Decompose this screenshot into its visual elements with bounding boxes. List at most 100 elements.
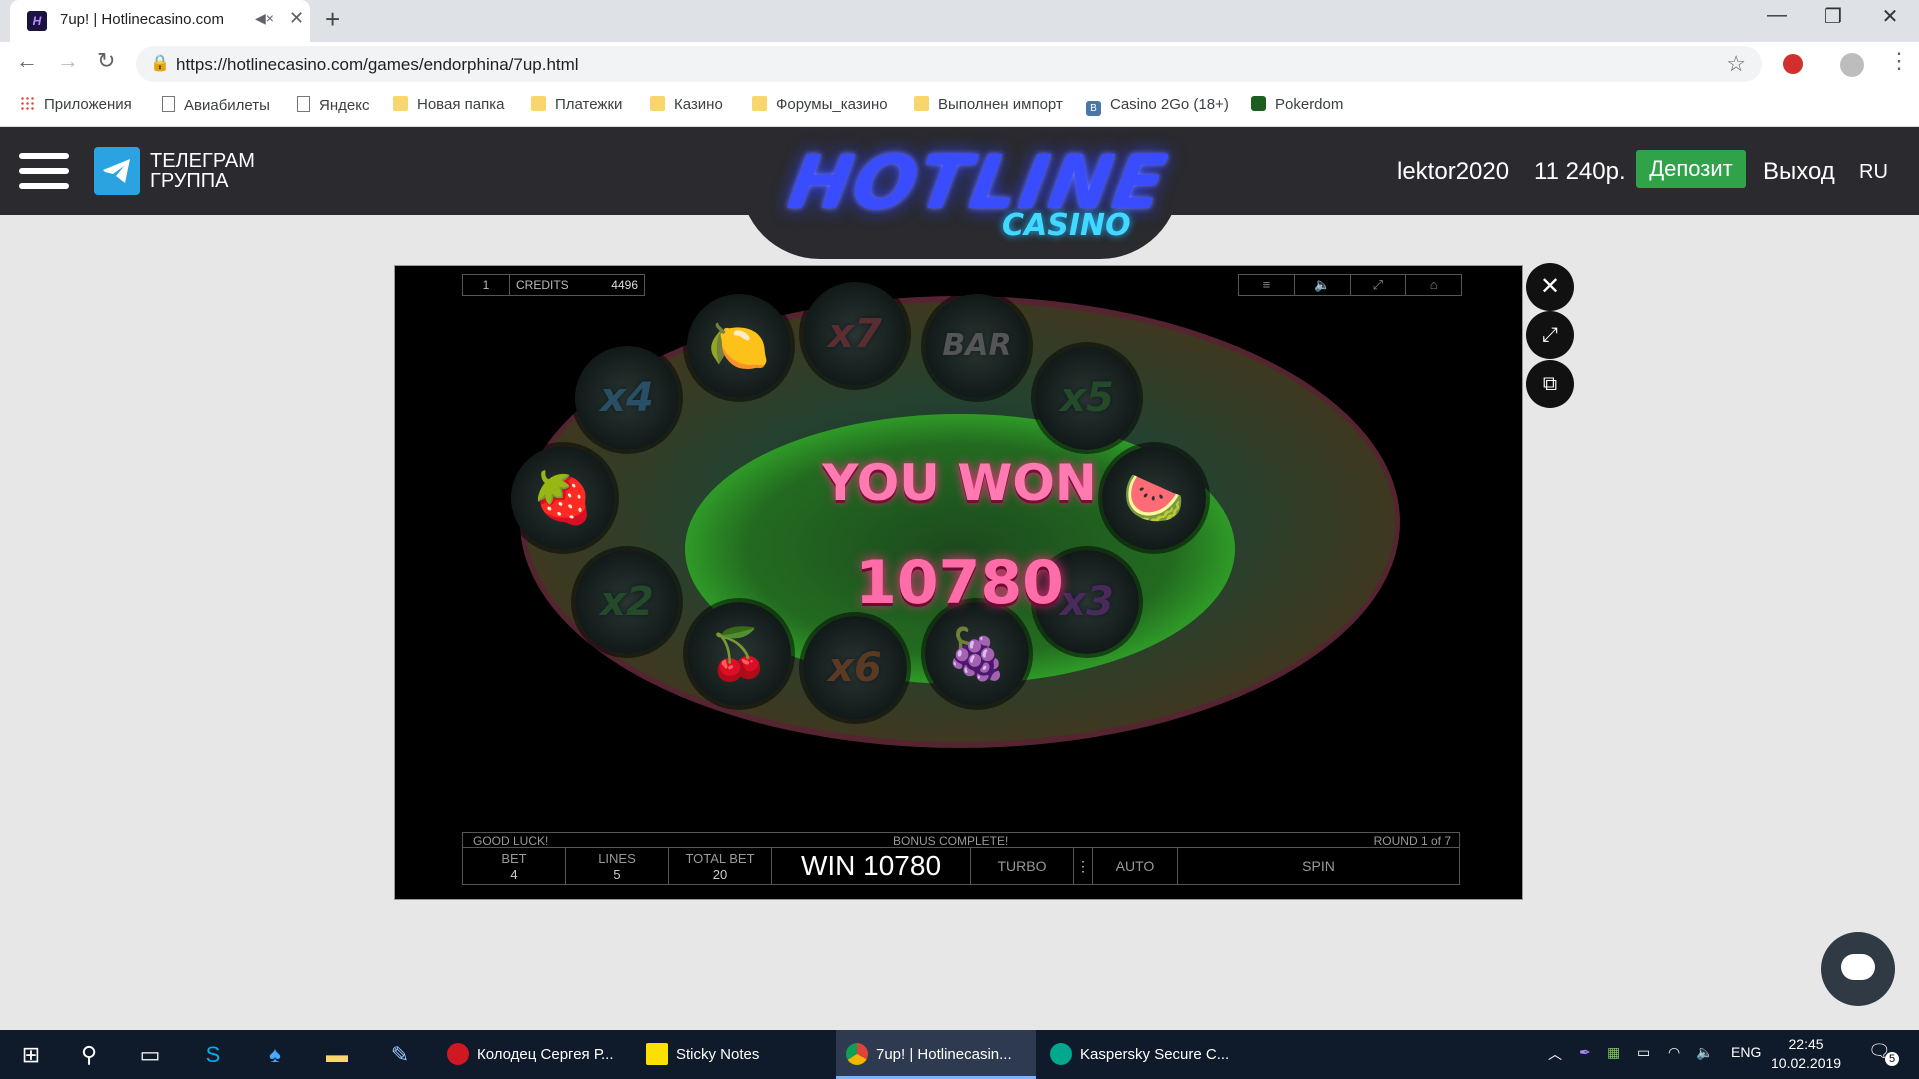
game-menu-icon[interactable]: ≡ bbox=[1239, 275, 1295, 295]
message-right: ROUND 1 of 7 bbox=[1373, 834, 1451, 848]
you-won-text: YOU WON bbox=[822, 454, 1097, 512]
home-icon[interactable]: ⌂ bbox=[1406, 275, 1461, 295]
close-game-icon[interactable]: ✕ bbox=[1529, 266, 1571, 308]
reload-icon[interactable]: ↻ bbox=[97, 48, 115, 74]
lock-icon: 🔒 bbox=[150, 55, 170, 72]
tab-mute-icon[interactable]: ◀× bbox=[255, 10, 274, 27]
taskbar-app-sticky-notes[interactable]: Sticky Notes bbox=[636, 1030, 826, 1079]
folder-icon bbox=[531, 96, 546, 111]
windows-start-icon[interactable]: ⊞ bbox=[16, 1042, 46, 1068]
notifications-count: 5 bbox=[1885, 1052, 1899, 1066]
kaspersky-icon bbox=[1050, 1043, 1072, 1065]
symbol-x5: x5 bbox=[1035, 346, 1139, 450]
username[interactable]: lektor2020 bbox=[1397, 158, 1509, 186]
credits-label: CREDITS bbox=[516, 278, 569, 292]
window-close-icon[interactable]: ✕ bbox=[1862, 4, 1918, 29]
popout-icon[interactable]: ⧉ bbox=[1529, 363, 1571, 405]
browser-menu-icon[interactable]: ⋮ bbox=[1888, 48, 1910, 74]
opera-icon bbox=[447, 1043, 469, 1065]
file-explorer-icon[interactable]: ▬ bbox=[322, 1042, 352, 1068]
more-options-icon[interactable]: ⋮ bbox=[1074, 848, 1093, 884]
balance: 11 240р. bbox=[1534, 158, 1626, 185]
browser-toolbar: ← → ↻ 🔒 https://hotlinecasino.com/games/… bbox=[0, 42, 1919, 88]
profile-avatar-icon[interactable] bbox=[1840, 53, 1864, 77]
bookmark-casino[interactable]: Казино bbox=[650, 96, 723, 113]
chrome-icon bbox=[846, 1043, 868, 1065]
folder-icon bbox=[914, 96, 929, 111]
volume-icon[interactable]: 🔈 bbox=[1696, 1044, 1713, 1061]
message-left: GOOD LUCK! bbox=[473, 834, 549, 848]
credits-value: 4496 bbox=[611, 278, 638, 292]
new-tab-button[interactable]: + bbox=[325, 4, 340, 35]
url-text[interactable]: https://hotlinecasino.com/games/endorphi… bbox=[176, 55, 579, 75]
skype-icon[interactable]: S bbox=[198, 1042, 228, 1068]
bookmark-apps[interactable]: Приложения bbox=[20, 96, 132, 113]
control-row: BET 4 LINES 5 TOTAL BET 20 WIN 10780 TURBO … bbox=[462, 847, 1460, 885]
taskbar-app-chrome[interactable]: 7up! | Hotlinecasin... bbox=[836, 1030, 1036, 1079]
message-row: GOOD LUCK! BONUS COMPLETE! ROUND 1 of 7 bbox=[462, 832, 1460, 848]
input-language[interactable]: ENG bbox=[1731, 1044, 1761, 1060]
auto-button[interactable]: AUTO bbox=[1093, 848, 1178, 884]
bookmark-forums[interactable]: Форумы_казино bbox=[752, 96, 888, 113]
hamburger-menu-icon[interactable] bbox=[19, 153, 69, 198]
turbo-button[interactable]: TURBO bbox=[971, 848, 1074, 884]
symbol-x7: x7 bbox=[803, 282, 907, 386]
bookmark-aviabilety[interactable]: Авиабилеты bbox=[162, 96, 270, 114]
tab-title: 7up! | Hotlinecasino.com bbox=[60, 11, 224, 28]
win-display: WIN 10780 bbox=[772, 848, 971, 884]
back-icon[interactable]: ← bbox=[16, 48, 38, 74]
taskbar-app-kaspersky[interactable]: Kaspersky Secure C... bbox=[1040, 1030, 1240, 1079]
search-icon[interactable]: ⚲ bbox=[74, 1042, 104, 1068]
extension-icon[interactable] bbox=[1783, 54, 1803, 74]
forward-icon[interactable]: → bbox=[57, 48, 79, 74]
casino-logo-sub: CASINO bbox=[1002, 208, 1131, 243]
bookmark-star-icon[interactable]: ☆ bbox=[1726, 51, 1746, 77]
bookmark-yandex[interactable]: Яндекс bbox=[297, 96, 369, 114]
folder-icon bbox=[393, 96, 408, 111]
folder-icon bbox=[650, 96, 665, 111]
page-icon bbox=[162, 96, 175, 112]
game-controls: GOOD LUCK! BONUS COMPLETE! ROUND 1 of 7 … bbox=[462, 832, 1460, 898]
taskbar-app-opera[interactable]: Колодец Сергея Р... bbox=[437, 1030, 627, 1079]
task-view-icon[interactable]: ▭ bbox=[135, 1042, 165, 1068]
spin-button[interactable]: SPIN bbox=[1178, 848, 1459, 884]
bookmark-import[interactable]: Выполнен импорт bbox=[914, 96, 1063, 113]
credits-bar: 1 CREDITS 4496 bbox=[462, 274, 645, 296]
bet-selector[interactable]: BET 4 bbox=[463, 848, 566, 884]
language-switch[interactable]: RU bbox=[1859, 161, 1888, 184]
folder-icon bbox=[752, 96, 767, 111]
lines-selector[interactable]: LINES 5 bbox=[566, 848, 669, 884]
clock[interactable]: 22:45 10.02.2019 bbox=[1771, 1035, 1841, 1073]
fullscreen-icon[interactable]: ⤢ bbox=[1529, 314, 1571, 356]
pokerdom-icon bbox=[1251, 96, 1266, 111]
chat-bubble-icon bbox=[1841, 954, 1875, 980]
restore-icon[interactable]: ❐ bbox=[1805, 4, 1861, 29]
message-center: BONUS COMPLETE! bbox=[893, 834, 1009, 848]
deposit-button[interactable]: Депозит bbox=[1636, 150, 1746, 188]
pen-icon[interactable]: ✒ bbox=[1579, 1044, 1591, 1061]
show-hidden-icons[interactable]: ︿ bbox=[1548, 1044, 1562, 1064]
windows-taskbar: ⊞ ⚲ ▭ S ♠ ▬ ✎ Колодец Сергея Р... Sticky… bbox=[0, 1030, 1919, 1079]
tab-close-icon[interactable]: ✕ bbox=[289, 8, 304, 29]
telegram-icon[interactable] bbox=[94, 147, 140, 195]
address-bar[interactable]: 🔒 https://hotlinecasino.com/games/endorp… bbox=[136, 46, 1762, 82]
sticky-notes-icon bbox=[646, 1043, 668, 1065]
notepad-icon[interactable]: ✎ bbox=[385, 1042, 415, 1068]
browser-tab-active[interactable]: H 7up! | Hotlinecasino.com ◀× ✕ bbox=[10, 0, 310, 42]
battery-icon[interactable]: ▭ bbox=[1637, 1044, 1650, 1061]
bookmark-pokerdom[interactable]: Pokerdom bbox=[1251, 96, 1343, 113]
wifi-icon[interactable]: ◠ bbox=[1668, 1044, 1680, 1061]
sound-icon[interactable]: 🔈 bbox=[1295, 275, 1351, 295]
bookmark-platezhki[interactable]: Платежки bbox=[531, 96, 622, 113]
telegram-group-link[interactable]: ТЕЛЕГРАМ ГРУППА bbox=[150, 151, 255, 191]
bookmarks-bar: Приложения Авиабилеты Яндекс Новая папка… bbox=[0, 88, 1919, 127]
bookmark-new-folder[interactable]: Новая папка bbox=[393, 96, 504, 113]
bookmark-casino2go[interactable]: B Casino 2Go (18+) bbox=[1086, 96, 1229, 116]
expand-icon[interactable]: ⤢ bbox=[1351, 275, 1407, 295]
solitaire-icon[interactable]: ♠ bbox=[260, 1042, 290, 1068]
tray-app-icon[interactable]: ▦ bbox=[1607, 1044, 1620, 1061]
logout-link[interactable]: Выход bbox=[1763, 158, 1835, 186]
minimize-icon[interactable]: — bbox=[1749, 4, 1805, 27]
slot-game-frame[interactable]: 1 CREDITS 4496 ≡ 🔈 ⤢ ⌂ x7 🍋 BAR x4 x5 🍓 … bbox=[394, 265, 1523, 900]
chat-button[interactable] bbox=[1821, 932, 1895, 1006]
